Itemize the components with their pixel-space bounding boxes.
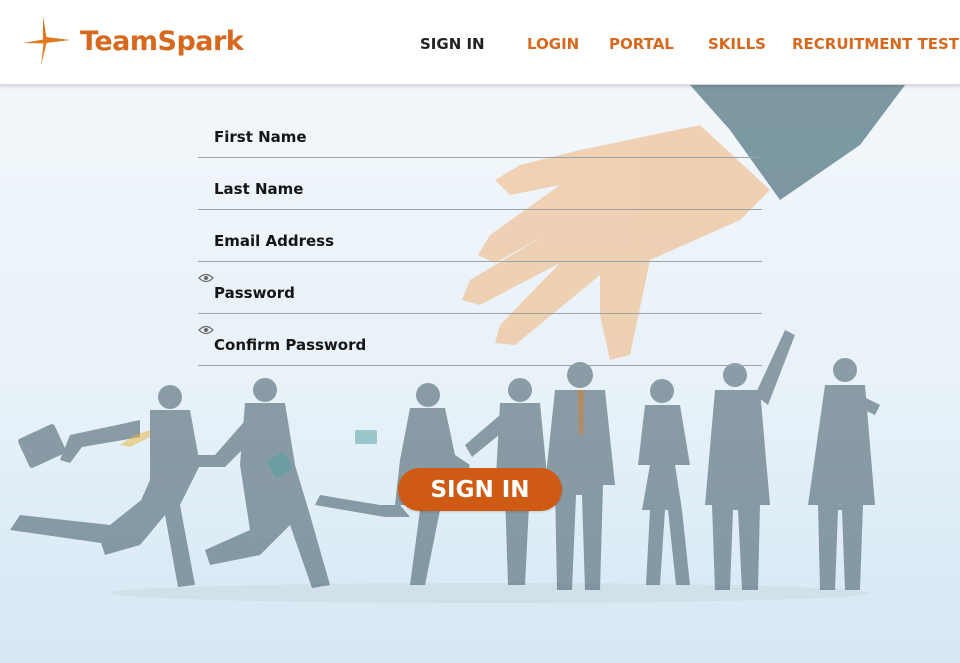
site-header: TeamSpark SIGN IN LOGIN PORTAL SKILLS RE… [0,0,960,85]
first-name-field[interactable]: First Name [198,117,762,158]
hero-background: First Name Last Name Email Address Passw… [0,85,960,663]
sign-in-button[interactable]: SIGN IN [398,468,562,511]
star-burst-icon [23,16,70,66]
nav-login[interactable]: LOGIN [527,35,579,53]
confirm-password-field[interactable]: Confirm Password [198,325,762,366]
eye-icon[interactable] [198,325,214,335]
brand-name: TeamSpark [80,25,244,57]
eye-icon[interactable] [198,273,214,283]
people-silhouettes [10,330,880,590]
email-label: Email Address [214,232,335,250]
email-field[interactable]: Email Address [198,221,762,262]
last-name-field[interactable]: Last Name [198,169,762,210]
nav-skills[interactable]: SKILLS [708,35,766,53]
brand-logo[interactable]: TeamSpark [22,16,244,66]
nav-portal[interactable]: PORTAL [609,35,674,53]
nav-sign-in[interactable]: SIGN IN [420,35,485,53]
last-name-label: Last Name [214,180,304,198]
password-label: Password [214,284,295,302]
nav-recruitment-test[interactable]: RECRUITMENT TEST [792,35,959,53]
confirm-password-label: Confirm Password [214,336,367,354]
first-name-label: First Name [214,128,307,146]
password-field[interactable]: Password [198,273,762,314]
